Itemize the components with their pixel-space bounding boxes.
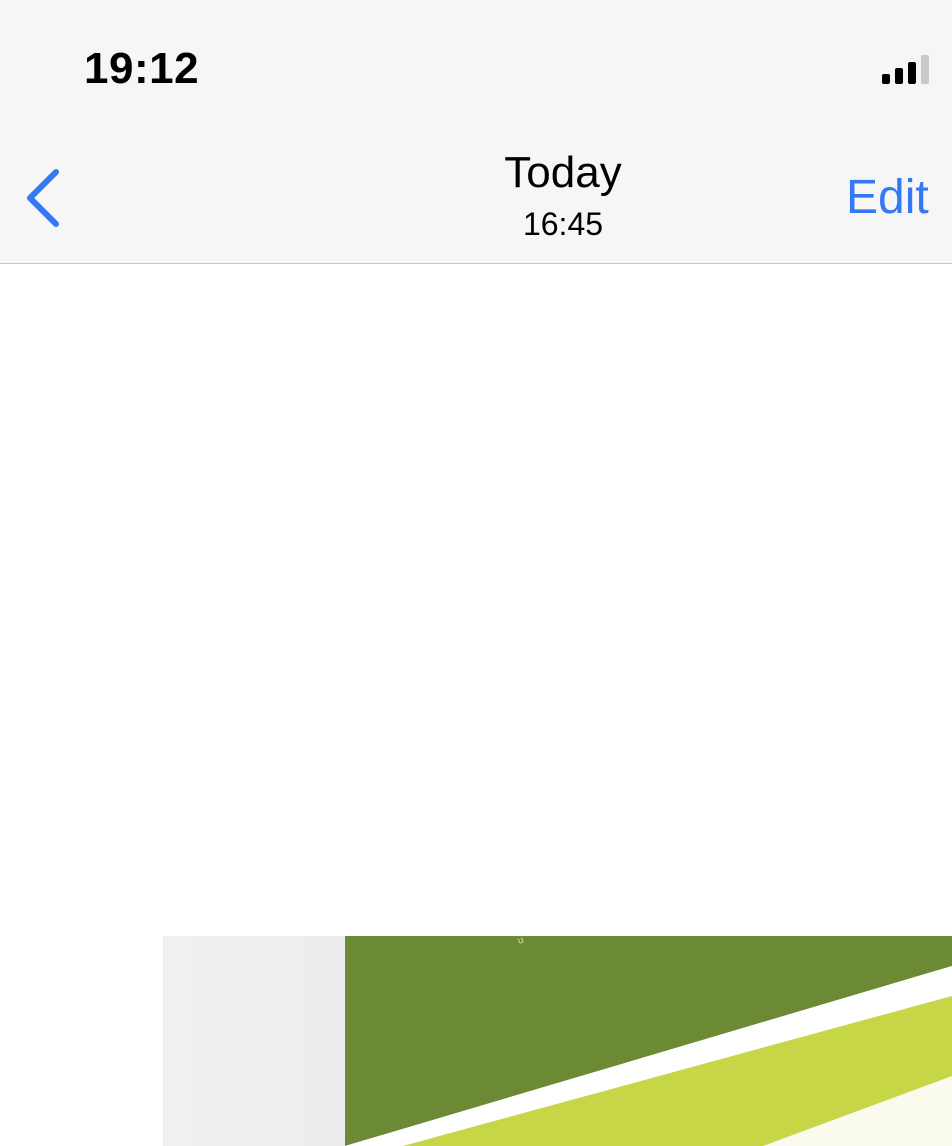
status-time: 19:12 xyxy=(84,44,200,93)
navigation-bar: Today 16:45 Edit xyxy=(0,128,952,264)
edit-button[interactable]: Edit xyxy=(846,170,929,226)
nav-title: Today xyxy=(504,148,622,197)
nav-subtitle: 16:45 xyxy=(522,206,604,242)
photo-viewer-screen: 19:12 Today 16:45 Edit ʊ xyxy=(0,0,952,1146)
photo-graphic: ʊ xyxy=(163,936,952,1146)
photo-content-area: ʊ xyxy=(0,264,952,1146)
status-bar: 19:12 xyxy=(0,0,952,128)
photo-image[interactable]: ʊ xyxy=(163,936,952,1146)
cellular-signal-icon xyxy=(882,55,929,84)
